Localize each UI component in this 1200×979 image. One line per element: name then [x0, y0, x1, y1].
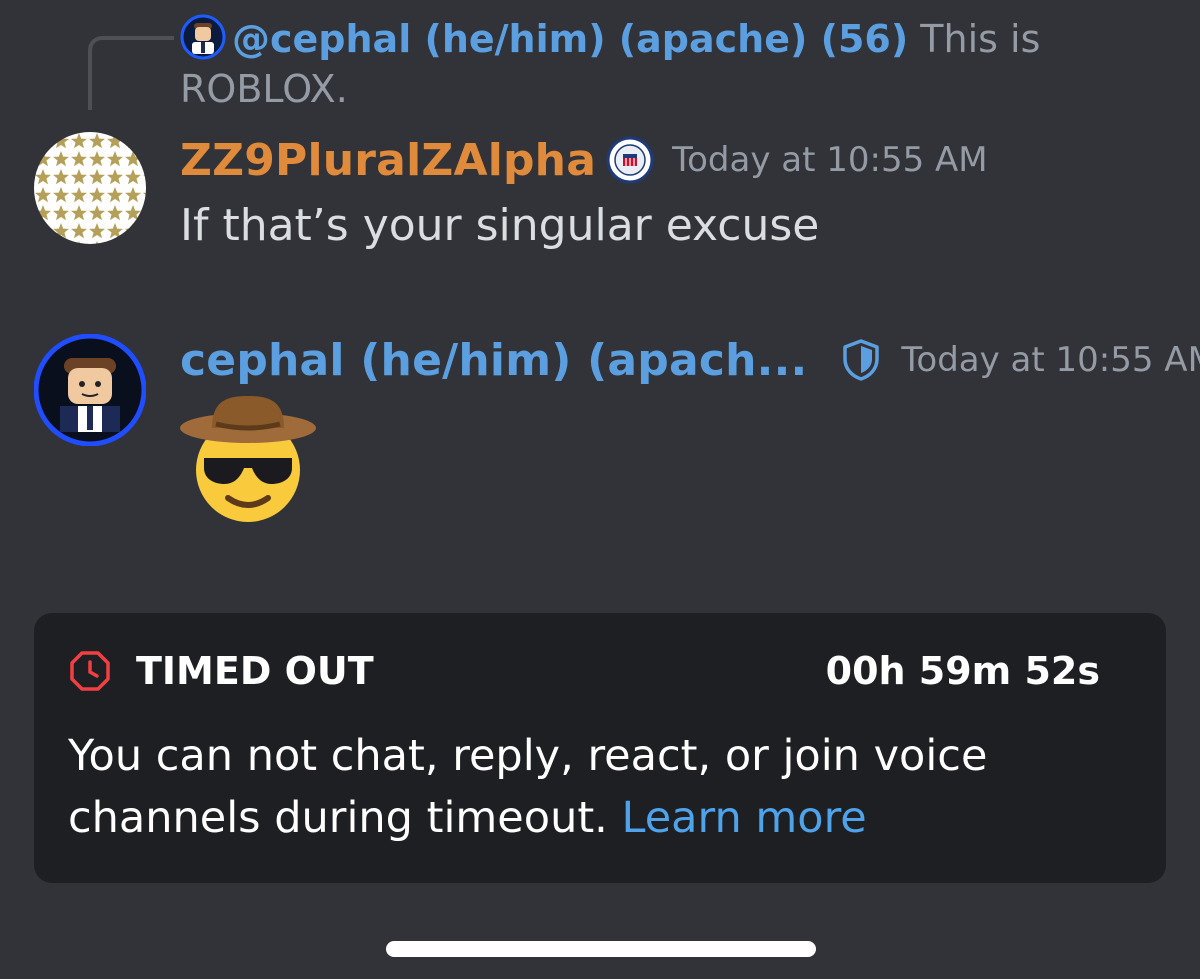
learn-more-link[interactable]: Learn more [622, 793, 867, 843]
shield-icon[interactable] [839, 338, 883, 382]
timeout-banner: TIMED OUT 00h 59m 52s You can not chat, … [34, 613, 1166, 883]
message-header-2: cephal (he/him) (apach... Today at 10:55… [180, 332, 1200, 388]
reply-preview[interactable]: @cephal (he/him) (apache) (56) This is R… [180, 14, 1080, 114]
reply-avatar [180, 14, 226, 60]
cowboy-sunglasses-emoji [180, 396, 316, 522]
timeout-title: TIMED OUT [136, 649, 374, 693]
user-avatar-cephal[interactable] [34, 334, 146, 446]
senate-seal-icon[interactable] [606, 136, 654, 184]
timestamp-2: Today at 10:55 AM [901, 340, 1200, 380]
timeout-timer: 00h 59m 52s [825, 649, 1100, 693]
message-header-1: ZZ9PluralZAlpha Today at 10:55 AM [180, 132, 988, 188]
user-avatar-zz9[interactable] [34, 132, 146, 244]
reply-mention[interactable]: @cephal (he/him) (apache) (56) [232, 17, 908, 61]
home-indicator[interactable] [386, 941, 816, 957]
timeout-description: You can not chat, reply, react, or join … [68, 725, 1138, 849]
clock-alert-icon [70, 651, 110, 691]
reply-connector [88, 36, 174, 110]
username-cephal[interactable]: cephal (he/him) (apach... [180, 335, 807, 386]
message-text-1: If that’s your singular excuse [180, 200, 820, 251]
username-zz9[interactable]: ZZ9PluralZAlpha [180, 135, 596, 186]
timestamp-1: Today at 10:55 AM [672, 140, 988, 180]
